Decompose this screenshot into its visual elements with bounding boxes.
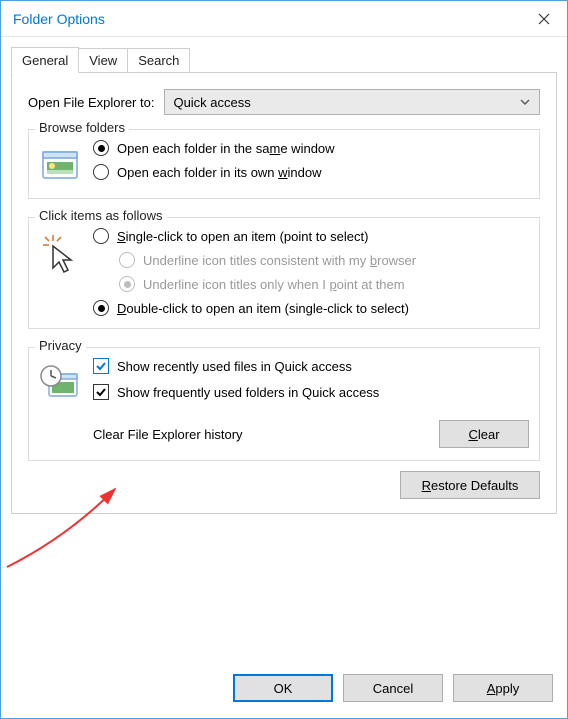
client-area: General View Search Open File Explorer t…: [1, 37, 567, 662]
ok-button[interactable]: OK: [233, 674, 333, 702]
radio-single-click[interactable]: Single-click to open an item (point to s…: [93, 228, 529, 244]
radio-label: Underline icon titles only when I point …: [143, 277, 405, 292]
radio-underline-browser: Underline icon titles consistent with my…: [93, 252, 529, 268]
close-icon: [538, 13, 550, 25]
radio-label: Underline icon titles consistent with my…: [143, 253, 416, 268]
radio-icon: [93, 164, 109, 180]
folder-options-window: Folder Options General View Search Open …: [0, 0, 568, 719]
group-privacy-legend: Privacy: [35, 338, 86, 353]
clear-history-label: Clear File Explorer history: [93, 427, 243, 442]
open-explorer-label: Open File Explorer to:: [28, 95, 154, 110]
clear-history-row: Clear File Explorer history Clear: [93, 420, 529, 448]
chevron-down-icon: [519, 96, 531, 108]
checkbox-icon: [93, 358, 109, 374]
radio-label: Open each folder in the same window: [117, 141, 335, 156]
checkbox-label: Show frequently used folders in Quick ac…: [117, 385, 379, 400]
radio-double-click[interactable]: Double-click to open an item (single-cli…: [93, 300, 529, 316]
close-button[interactable]: [521, 1, 567, 37]
cancel-button[interactable]: Cancel: [343, 674, 443, 702]
apply-button[interactable]: Apply: [453, 674, 553, 702]
radio-underline-point: Underline icon titles only when I point …: [93, 276, 529, 292]
radio-icon: [93, 140, 109, 156]
checkbox-frequent-folders[interactable]: Show frequently used folders in Quick ac…: [93, 384, 529, 400]
clear-button[interactable]: Clear: [439, 420, 529, 448]
checkbox-label: Show recently used files in Quick access: [117, 359, 352, 374]
radio-same-window[interactable]: Open each folder in the same window: [93, 140, 529, 156]
group-click-items: Click items as follows: [28, 217, 540, 329]
radio-icon: [93, 228, 109, 244]
open-explorer-dropdown[interactable]: Quick access: [164, 89, 540, 115]
restore-defaults-row: Restore Defaults: [28, 471, 540, 499]
tab-general[interactable]: General: [11, 47, 79, 73]
radio-icon: [119, 252, 135, 268]
cursor-click-icon: [39, 232, 81, 274]
restore-defaults-button[interactable]: Restore Defaults: [400, 471, 540, 499]
radio-label: Open each folder in its own window: [117, 165, 322, 180]
group-browse-folders: Browse folders Open each folder in the s…: [28, 129, 540, 199]
group-click-legend: Click items as follows: [35, 208, 167, 223]
radio-own-window[interactable]: Open each folder in its own window: [93, 164, 529, 180]
radio-label: Double-click to open an item (single-cli…: [117, 301, 409, 316]
group-privacy: Privacy: [28, 347, 540, 461]
checkbox-icon: [93, 384, 109, 400]
radio-icon: [93, 300, 109, 316]
titlebar: Folder Options: [1, 1, 567, 37]
radio-label: Single-click to open an item (point to s…: [117, 229, 368, 244]
history-clock-icon: [39, 362, 81, 404]
tab-search[interactable]: Search: [127, 48, 190, 73]
checkbox-recent-files[interactable]: Show recently used files in Quick access: [93, 358, 529, 374]
dialog-footer: OK Cancel Apply: [1, 662, 567, 718]
radio-icon: [119, 276, 135, 292]
window-title: Folder Options: [13, 11, 105, 27]
group-browse-legend: Browse folders: [35, 120, 129, 135]
open-explorer-row: Open File Explorer to: Quick access: [28, 89, 540, 115]
tabpanel-general: Open File Explorer to: Quick access Brow…: [11, 72, 557, 514]
folder-window-icon: [39, 144, 81, 186]
tab-strip: General View Search: [11, 47, 557, 73]
open-explorer-value: Quick access: [173, 95, 250, 110]
tab-view[interactable]: View: [78, 48, 128, 73]
